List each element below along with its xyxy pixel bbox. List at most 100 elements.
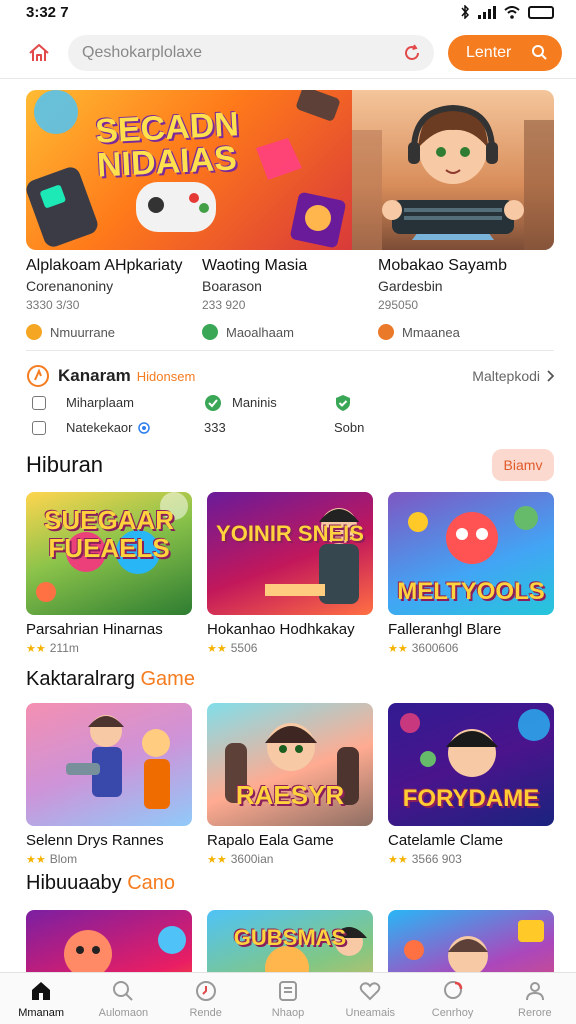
- game-thumbnail: GUBSMAS: [207, 910, 373, 972]
- bluetooth-icon: [461, 5, 470, 19]
- nav-item-favorites[interactable]: Uneamais: [329, 973, 411, 1024]
- star-rating-icon: ★★: [207, 642, 227, 655]
- featured-banner-title: SECADN NIDAIAS: [94, 105, 240, 185]
- game-card[interactable]: MELTYOOLS Falleranhgl Blare ★★ 3600606: [388, 492, 554, 655]
- ranking-badge-icon: [27, 365, 49, 387]
- ranking-row[interactable]: Natekekaor 333 Sobn: [26, 415, 554, 440]
- game-name: Rapalo Eala Game: [207, 832, 334, 849]
- nav-item-label: Uneamais: [345, 1006, 396, 1019]
- thumbnail-title: FORYDAME: [402, 785, 540, 812]
- nav-item-community[interactable]: Cenrhoy: [411, 973, 493, 1024]
- game-card[interactable]: RAESYR Rapalo Eala Game ★★ 3600ian: [207, 703, 373, 866]
- nav-item-search[interactable]: Aulomaon: [82, 973, 164, 1024]
- game-card[interactable]: GUBSMAS: [207, 910, 373, 972]
- game-thumbnail: [388, 910, 554, 972]
- refresh-icon[interactable]: [402, 43, 422, 63]
- featured-item-tag-text: Nmuurrane: [50, 324, 116, 340]
- section-title-accent: Game: [140, 668, 195, 690]
- list-icon: [32, 395, 46, 410]
- featured-banner-left[interactable]: SECADN NIDAIAS: [26, 90, 352, 250]
- star-rating-icon: ★★: [207, 853, 227, 866]
- game-card[interactable]: Selenn Drys Rannes ★★ Blom: [26, 703, 192, 866]
- game-name: Catelamle Clame: [388, 832, 504, 849]
- game-name: Selenn Drys Rannes: [26, 832, 164, 849]
- nav-item-label: Rerore: [518, 1006, 552, 1019]
- star-rating-icon: ★★: [26, 642, 46, 655]
- wifi-icon: [504, 5, 520, 19]
- featured-item[interactable]: Waoting Masia Boarason 233 920 Maoalhaam: [202, 256, 378, 340]
- featured-item[interactable]: Mobakao Sayamb Gardesbin 295050 Mmaanea: [378, 256, 554, 340]
- game-card[interactable]: [388, 910, 554, 972]
- game-thumbnail: SUEGAAR FUEAELS: [26, 492, 192, 615]
- featured-item-subtitle: Gardesbin: [378, 278, 443, 294]
- game-card[interactable]: YOINIR SNEIS Hokanhao Hodhkakay ★★ 5506: [207, 492, 373, 655]
- gamer-illustration: [352, 104, 554, 250]
- list-icon: [32, 420, 46, 435]
- thumbnail-title: RAESYR: [235, 780, 345, 810]
- star-rating-icon: ★★: [26, 853, 46, 866]
- ranking-more-label: Maltepkodi: [472, 368, 540, 384]
- game-card[interactable]: SUEGAAR FUEAELS Parsahrian Hinarnas ★★ 21…: [26, 492, 192, 655]
- status-icons: [460, 5, 554, 19]
- featured-item-subtitle: Boarason: [202, 278, 262, 294]
- ranking-more-link[interactable]: Maltepkodi: [472, 368, 554, 384]
- ranking-subtitle: Hidonsem: [136, 368, 196, 384]
- nav-item-label: Mmanam: [18, 1006, 65, 1019]
- game-meta-text: 3600ian: [230, 852, 274, 866]
- featured-item[interactable]: Alplakoam AHpkariaty Corenanoniny 3330 3/3…: [26, 256, 202, 340]
- featured-item-tag: Mmaanea: [378, 324, 546, 340]
- thumbnail-title: SUEGAAR FUEAELS: [43, 505, 174, 563]
- battery-icon: [528, 5, 554, 19]
- nav-item-shop[interactable]: Nhaop: [247, 973, 329, 1024]
- login-button[interactable]: Lenter: [448, 35, 562, 71]
- section-title-text: Kaktaralrarg: [26, 668, 135, 690]
- featured-item-tag-text: Mmaanea: [402, 324, 460, 340]
- nav-item-label: Rende: [189, 1006, 222, 1019]
- featured-item-meta: 295050: [378, 298, 419, 312]
- star-rating-icon: ★★: [388, 642, 408, 655]
- status-time: 3:32 7: [26, 3, 69, 21]
- thumbnail-art: [404, 920, 544, 972]
- home-button[interactable]: [24, 38, 54, 68]
- bottom-navigation: Mmanam Aulomaon Rende Nhaop Uneamais Cen…: [0, 972, 576, 1024]
- featured-item-tag: Maoalhaam: [202, 324, 370, 340]
- featured-item-tag-text: Maoalhaam: [226, 324, 294, 340]
- featured-banner-right[interactable]: [352, 90, 554, 250]
- ranking-header: Kanaram Hidonsem Maltepkodi: [26, 362, 554, 390]
- nav-item-label: Cenrhoy: [431, 1006, 474, 1019]
- nav-item-profile[interactable]: Rerore: [494, 973, 576, 1024]
- tag-icon: [202, 324, 218, 340]
- thumbnail-title: MELTYOOLS: [397, 578, 545, 605]
- tablet-icon: [278, 980, 297, 1001]
- section-title: Hibuuaaby Cano: [26, 872, 175, 895]
- nav-item-label: Aulomaon: [98, 1006, 149, 1019]
- game-meta-text: 3566 903: [411, 852, 462, 866]
- game-thumbnail: FORYDAME: [388, 703, 554, 826]
- nav-item-label: Nhaop: [271, 1006, 305, 1019]
- featured-items: Alplakoam AHpkariaty Corenanoniny 3330 3/3…: [26, 256, 554, 340]
- ranking-cell: Maninis: [232, 395, 277, 410]
- nav-item-home[interactable]: Mmanam: [0, 973, 82, 1024]
- featured-banner[interactable]: SECADN NIDAIAS: [26, 90, 554, 250]
- game-meta-text: 5506: [230, 641, 258, 655]
- person-icon: [525, 981, 544, 1000]
- game-name: Hokanhao Hodhkakay: [207, 621, 355, 638]
- user-icon: [532, 45, 547, 60]
- game-card[interactable]: [26, 910, 192, 972]
- game-thumbnail: MELTYOOLS: [388, 492, 554, 615]
- search-icon: [113, 980, 134, 1001]
- thumbnail-title: GUBSMAS: [233, 925, 347, 950]
- ranking-row[interactable]: Miharplaam Maninis: [26, 390, 554, 415]
- game-card[interactable]: FORYDAME Catelamle Clame ★★ 3566 903: [388, 703, 554, 866]
- search-input[interactable]: Qeshokarplolaxe: [68, 35, 434, 71]
- game-name: Parsahrian Hinarnas: [26, 621, 163, 638]
- chevron-right-icon: [547, 370, 554, 382]
- game-thumbnail: YOINIR SNEIS: [207, 492, 373, 615]
- ranking-cell: Natekekaor: [66, 420, 133, 435]
- game-meta-text: 211m: [49, 641, 79, 655]
- chat-icon: [443, 980, 462, 999]
- game-row: SUEGAAR FUEAELS Parsahrian Hinarnas ★★ 21…: [26, 492, 554, 655]
- section-more-button[interactable]: Biamv: [492, 449, 554, 481]
- featured-item-meta: 233 920: [202, 298, 246, 312]
- nav-item-recent[interactable]: Rende: [165, 973, 247, 1024]
